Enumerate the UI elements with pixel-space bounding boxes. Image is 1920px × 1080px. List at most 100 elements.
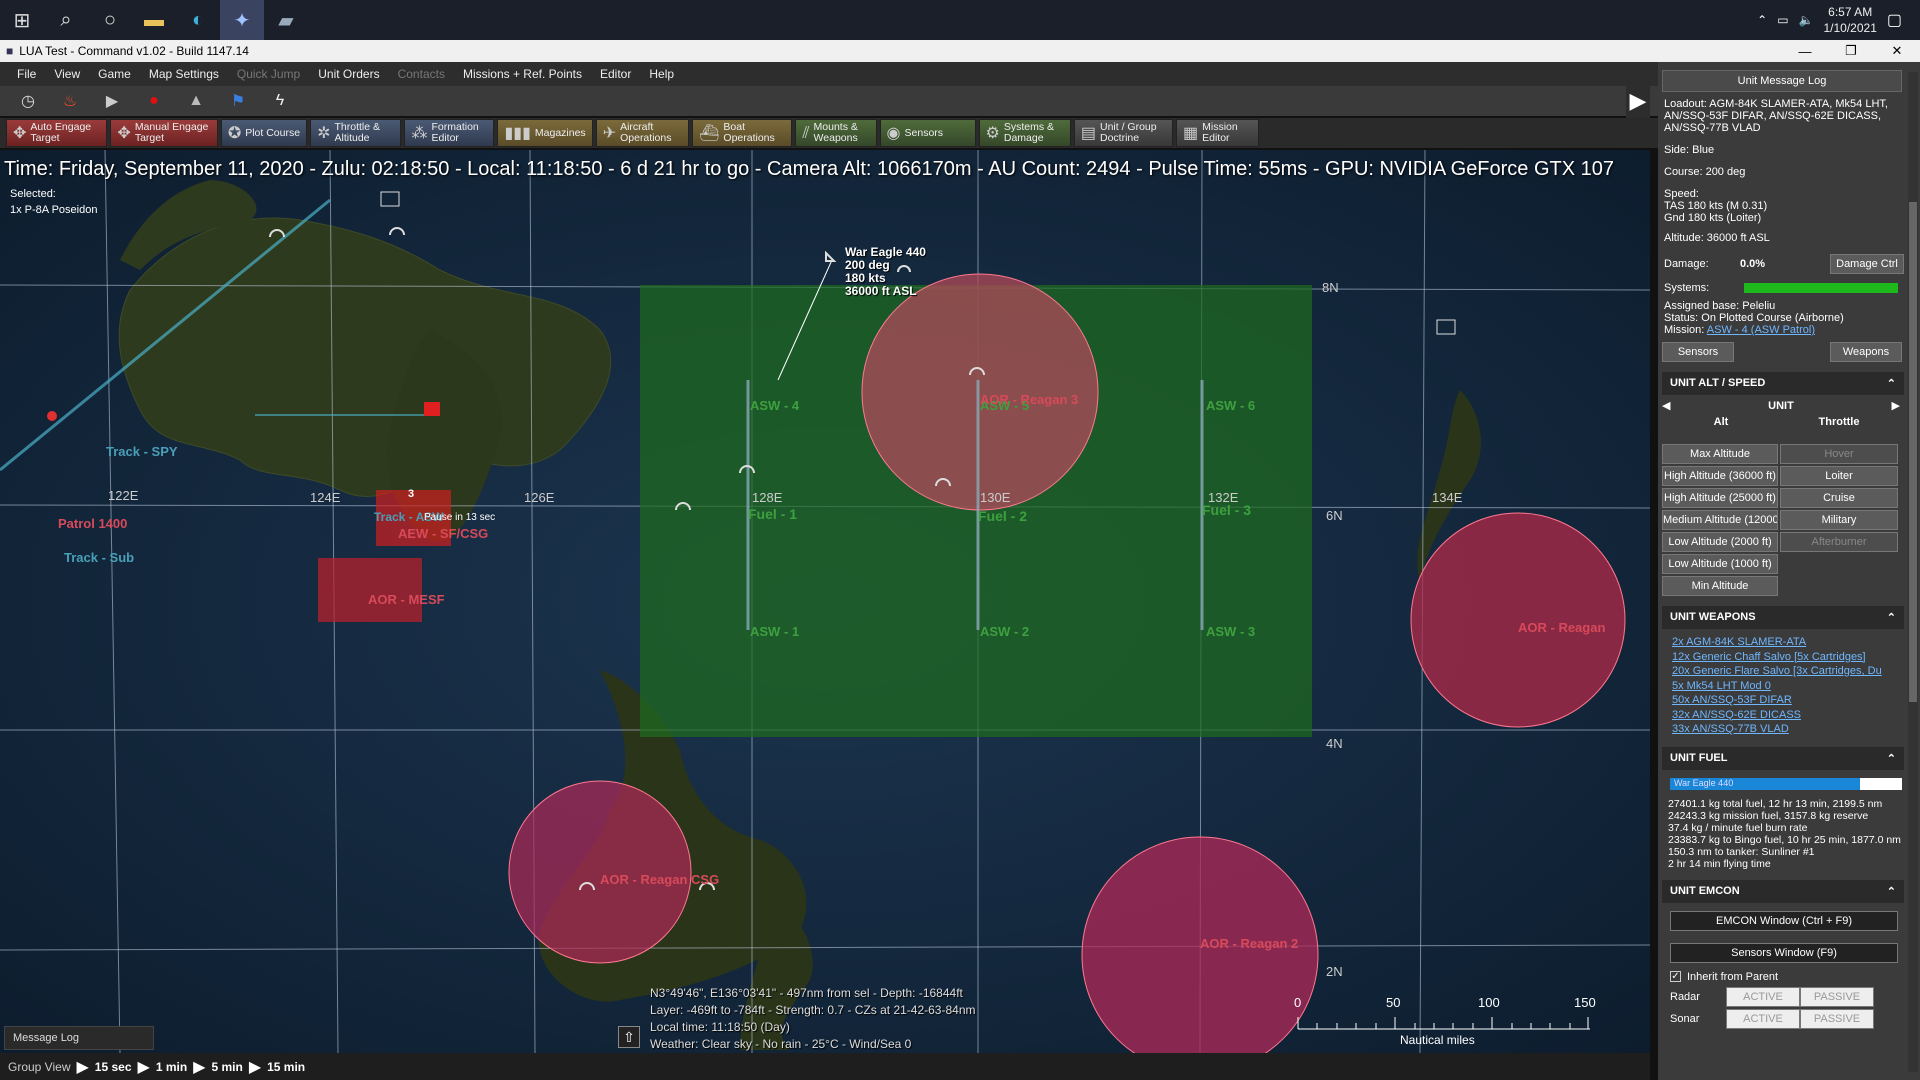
tactical-map[interactable]: 122E 124E 126E 128E 130E 132E 134E 8N 6N… [0, 150, 1650, 1053]
menu-unit-orders[interactable]: Unit Orders [309, 67, 388, 81]
chevron-up-icon[interactable]: ⌃ [1757, 13, 1767, 27]
flag-icon[interactable]: ⚑ [220, 89, 256, 113]
play-icon[interactable]: ▶ [193, 1057, 205, 1077]
search-icon[interactable]: ⌕ [44, 0, 88, 40]
mission-editor-button[interactable]: ▦ Mission Editor [1175, 119, 1260, 147]
sonar-passive-button[interactable]: PASSIVE [1800, 1008, 1874, 1029]
sensors-panel-button[interactable]: Sensors [1662, 342, 1734, 362]
boat-operations-button[interactable]: ⛴ Boat Operations [692, 119, 793, 147]
close-icon[interactable]: ✕ [1874, 40, 1920, 62]
expand-up-icon[interactable]: ⇧ [618, 1026, 640, 1048]
system-clock[interactable]: 6:57 AM 1/10/2021 [1823, 4, 1876, 36]
menu-map-settings[interactable]: Map Settings [140, 67, 228, 81]
magazines-button[interactable]: ▮▮▮ Magazines [497, 119, 593, 147]
manual-engage-button[interactable]: ✥ Manual Engage Target [110, 119, 218, 147]
doctrine-button[interactable]: ▤ Unit / Group Doctrine [1073, 119, 1173, 147]
collapse-icon[interactable]: ⌃ [1887, 611, 1896, 624]
network-icon[interactable]: ▭ [1777, 13, 1788, 27]
inherit-checkbox[interactable]: ✓ [1670, 971, 1681, 982]
alt-speed-header[interactable]: UNIT ALT / SPEED ⌃ [1662, 372, 1904, 395]
stop-icon[interactable]: ● [136, 89, 172, 113]
prev-arrow-icon[interactable]: ◀ [1662, 399, 1670, 412]
play-icon[interactable]: ▶ [249, 1057, 261, 1077]
alt-button-max[interactable]: Max Altitude [1662, 444, 1778, 464]
next-arrow-icon[interactable]: ▶ [1892, 399, 1900, 412]
time-step-15min[interactable]: 15 min [267, 1060, 305, 1074]
collapse-icon[interactable]: ⌃ [1887, 377, 1896, 390]
weapon-link[interactable]: 32x AN/SSQ-62E DICASS [1658, 708, 1898, 723]
fire-icon[interactable]: ♨ [52, 89, 88, 113]
emcon-window-button[interactable]: EMCON Window (Ctrl + F9) [1670, 910, 1898, 931]
plot-course-button[interactable]: ✪ Plot Course [220, 119, 308, 147]
throttle-button-loiter[interactable]: Loiter [1780, 466, 1898, 486]
time-step-1min[interactable]: 1 min [156, 1060, 187, 1074]
menu-view[interactable]: View [45, 67, 89, 81]
terrain-icon[interactable]: ▲ [178, 89, 214, 113]
time-step-5min[interactable]: 5 min [211, 1060, 242, 1074]
panel-toggle-arrow-icon[interactable]: ▶ [1626, 84, 1650, 118]
lightning-icon[interactable]: ϟ [262, 89, 298, 113]
notepad-icon[interactable]: ▰ [264, 0, 308, 40]
edge-browser-icon[interactable]: ◐ [176, 0, 220, 40]
alt-button-low1000[interactable]: Low Altitude (1000 ft) [1662, 554, 1778, 574]
windows-start-icon[interactable]: ⊞ [0, 0, 44, 40]
play-icon[interactable]: ▶ [94, 89, 130, 113]
map-canvas[interactable] [0, 150, 1650, 1053]
weapon-link[interactable]: 12x Generic Chaff Salvo [5x Cartridges] [1658, 650, 1898, 665]
notifications-icon[interactable]: ▢ [1887, 10, 1902, 30]
throttle-button-military[interactable]: Military [1780, 510, 1898, 530]
radar-passive-button[interactable]: PASSIVE [1800, 986, 1874, 1007]
sensors-button[interactable]: ◉ Sensors [879, 119, 976, 147]
scrollbar-thumb[interactable] [1909, 202, 1917, 702]
unit-message-log-button[interactable]: Unit Message Log [1662, 70, 1902, 92]
fuel-header[interactable]: UNIT FUEL ⌃ [1662, 746, 1904, 770]
menu-game[interactable]: Game [89, 67, 140, 81]
time-step-15sec[interactable]: 15 sec [95, 1060, 132, 1074]
message-log-tab[interactable]: Message Log [4, 1026, 154, 1050]
emcon-header[interactable]: UNIT EMCON ⌃ [1662, 879, 1904, 903]
auto-engage-button[interactable]: ✥ Auto Engage Target [6, 119, 108, 147]
alt-button-min[interactable]: Min Altitude [1662, 576, 1778, 596]
play-icon[interactable]: ▶ [138, 1057, 150, 1077]
menu-quick-jump[interactable]: Quick Jump [228, 67, 309, 81]
maximize-icon[interactable]: ❐ [1828, 40, 1874, 62]
task-view-icon[interactable]: ○ [88, 0, 132, 40]
throttle-button-afterburner[interactable]: Afterburner [1780, 532, 1898, 552]
collapse-icon[interactable]: ⌃ [1887, 752, 1896, 765]
menu-editor[interactable]: Editor [591, 67, 640, 81]
clock-icon[interactable]: ◷ [10, 89, 46, 113]
alt-button-low2000[interactable]: Low Altitude (2000 ft) [1662, 532, 1778, 552]
weapon-link[interactable]: 2x AGM-84K SLAMER-ATA [1658, 635, 1898, 650]
throttle-altitude-button[interactable]: ✲ Throttle & Altitude [310, 119, 402, 147]
sensors-window-button[interactable]: Sensors Window (F9) [1670, 942, 1898, 963]
weapon-link[interactable]: 50x AN/SSQ-53F DIFAR [1658, 693, 1898, 708]
weapon-link[interactable]: 20x Generic Flare Salvo [3x Cartridges, … [1658, 664, 1898, 679]
throttle-button-cruise[interactable]: Cruise [1780, 488, 1898, 508]
menu-help[interactable]: Help [640, 67, 683, 81]
volume-icon[interactable]: 🔈 [1799, 13, 1814, 27]
weapons-panel-button[interactable]: Weapons [1830, 342, 1902, 362]
menu-missions[interactable]: Missions + Ref. Points [454, 67, 591, 81]
weapons-header[interactable]: UNIT WEAPONS ⌃ [1662, 606, 1904, 629]
file-explorer-icon[interactable]: ▬ [132, 0, 176, 40]
damage-ctrl-button[interactable]: Damage Ctrl [1830, 254, 1904, 274]
formation-editor-button[interactable]: ⁂ Formation Editor [404, 119, 495, 147]
minimize-icon[interactable]: — [1782, 40, 1828, 62]
alt-button-high25000[interactable]: High Altitude (25000 ft) [1662, 488, 1778, 508]
command-app-icon[interactable]: ✦ [220, 0, 264, 40]
radar-active-button[interactable]: ACTIVE [1726, 986, 1800, 1007]
play-icon[interactable]: ▶ [76, 1057, 88, 1077]
menu-contacts[interactable]: Contacts [389, 67, 454, 81]
mounts-weapons-button[interactable]: ⫽ Mounts & Weapons [795, 119, 877, 147]
selected-unit-label[interactable]: War Eagle 440 200 deg 180 kts 36000 ft A… [845, 246, 926, 298]
menu-file[interactable]: File [8, 67, 45, 81]
systems-damage-button[interactable]: ⚙ Systems & Damage [978, 119, 1071, 147]
sonar-active-button[interactable]: ACTIVE [1726, 1008, 1800, 1029]
aircraft-operations-button[interactable]: ✈ Aircraft Operations [595, 119, 690, 147]
throttle-button-hover[interactable]: Hover [1780, 444, 1898, 464]
alt-button-medium[interactable]: Medium Altitude (12000 ft) [1662, 510, 1778, 530]
collapse-icon[interactable]: ⌃ [1887, 885, 1896, 898]
mission-link[interactable]: ASW - 4 (ASW Patrol) [1707, 324, 1815, 336]
weapon-link[interactable]: 5x Mk54 LHT Mod 0 [1658, 679, 1898, 694]
alt-button-high36000[interactable]: High Altitude (36000 ft) [1662, 466, 1778, 486]
